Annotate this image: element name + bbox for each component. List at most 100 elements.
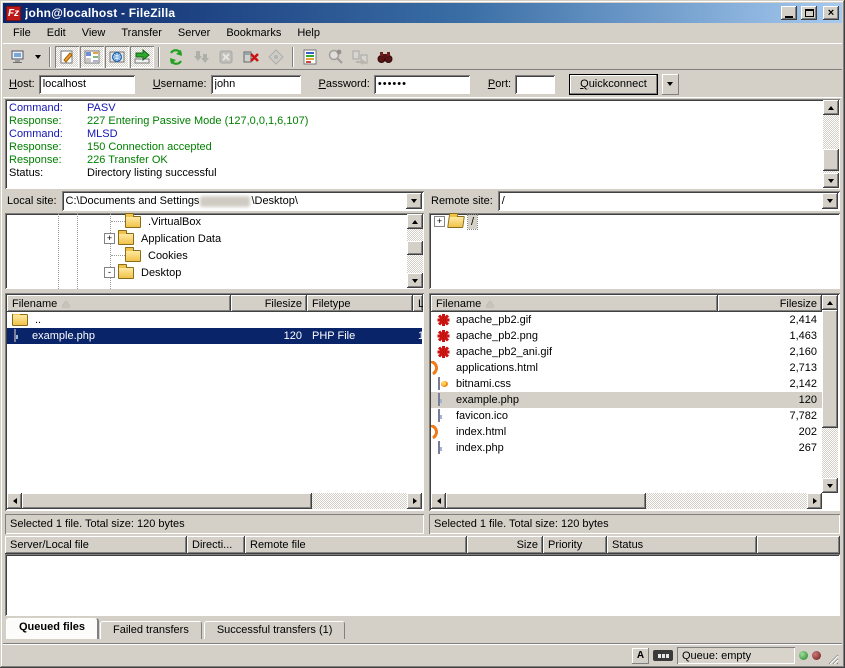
compare-directories-button[interactable] (323, 46, 347, 68)
expand-icon[interactable]: + (434, 216, 445, 227)
synchronized-browsing-button[interactable] (348, 46, 372, 68)
compare-icon (327, 49, 343, 65)
local-tree-scrollbar[interactable] (407, 214, 423, 288)
column-last-modified[interactable]: L (413, 295, 423, 312)
file-row[interactable]: apache_pb2_ani.gif 2,160 (431, 344, 822, 360)
username-input[interactable] (211, 75, 301, 94)
tree-item-cookies[interactable]: Cookies (5, 247, 424, 264)
column-direction[interactable]: Directi... (187, 536, 245, 554)
reconnect-button[interactable] (264, 46, 288, 68)
find-files-button[interactable] (373, 46, 397, 68)
remote-path-combobox[interactable]: / (498, 191, 840, 211)
scroll-thumb[interactable] (407, 241, 423, 255)
scroll-thumb[interactable] (823, 149, 839, 171)
toggle-local-tree-button[interactable] (80, 46, 104, 68)
menu-file[interactable]: File (5, 25, 39, 41)
cancel-operation-button[interactable] (214, 46, 238, 68)
scroll-right-button[interactable] (407, 493, 422, 509)
menu-server[interactable]: Server (170, 25, 218, 41)
scroll-down-button[interactable] (823, 173, 839, 188)
app-icon[interactable]: Fz (6, 6, 21, 21)
column-server-local-file[interactable]: Server/Local file (5, 536, 187, 554)
minimize-button[interactable] (781, 6, 797, 20)
column-remote-file[interactable]: Remote file (245, 536, 467, 554)
menu-transfer[interactable]: Transfer (113, 25, 170, 41)
queue-body[interactable] (5, 554, 840, 616)
arrow-down-icon (412, 279, 418, 283)
tab-successful-transfers[interactable]: Successful transfers (1) (204, 621, 346, 639)
column-filename[interactable]: Filename (431, 295, 718, 312)
column-size[interactable]: Size (467, 536, 543, 554)
scroll-right-button[interactable] (807, 493, 822, 509)
menu-bookmarks[interactable]: Bookmarks (218, 25, 289, 41)
password-input[interactable] (374, 75, 470, 94)
file-row-parent-dir[interactable]: .. (7, 312, 422, 328)
toggle-message-log-button[interactable] (55, 46, 79, 68)
disconnect-button[interactable] (239, 46, 263, 68)
remote-tree: +/ (429, 213, 840, 289)
tab-queued-files[interactable]: Queued files (6, 618, 98, 639)
local-path-dropdown[interactable] (406, 193, 422, 209)
remote-path-dropdown[interactable] (822, 193, 838, 209)
file-row[interactable]: index.php 267 (431, 440, 822, 456)
column-filename[interactable]: Filename (7, 295, 231, 312)
tree-item-desktop[interactable]: -Desktop (5, 264, 424, 281)
folder-icon (125, 216, 141, 228)
menu-edit[interactable]: Edit (39, 25, 74, 41)
remote-vscrollbar[interactable] (822, 295, 838, 493)
log-scrollbar[interactable] (823, 100, 839, 188)
scroll-up-button[interactable] (407, 214, 423, 229)
file-row[interactable]: bitnami.css 2,142 (431, 376, 822, 392)
tree-item-application-data[interactable]: +Application Data (5, 230, 424, 247)
close-button[interactable]: × (823, 6, 839, 20)
maximize-button[interactable] (801, 6, 817, 20)
file-row[interactable]: applications.html 2,713 (431, 360, 822, 376)
column-status[interactable]: Status (607, 536, 757, 554)
tab-failed-transfers[interactable]: Failed transfers (100, 621, 202, 639)
scroll-down-button[interactable] (407, 273, 423, 288)
site-manager-dropdown[interactable] (31, 46, 45, 68)
scroll-up-button[interactable] (822, 295, 838, 310)
arrow-up-icon (412, 220, 418, 224)
column-filesize[interactable]: Filesize (231, 295, 307, 312)
site-manager-button[interactable] (6, 46, 30, 68)
toggle-remote-tree-button[interactable] (105, 46, 129, 68)
file-row[interactable]: favicon.ico 7,782 (431, 408, 822, 424)
tree-item-root[interactable]: +/ (429, 213, 840, 230)
column-filetype[interactable]: Filetype (307, 295, 413, 312)
tree-item-virtualbox[interactable]: .VirtualBox (5, 213, 424, 230)
expand-icon[interactable]: + (104, 233, 115, 244)
host-input[interactable] (39, 75, 135, 94)
title-bar[interactable]: Fz john@localhost - FileZilla × (3, 3, 842, 23)
file-row-example-php[interactable]: example.php 120 PHP File 1 (7, 328, 422, 344)
menu-view[interactable]: View (74, 25, 114, 41)
collapse-icon[interactable]: - (104, 267, 115, 278)
scroll-up-button[interactable] (823, 100, 839, 115)
port-input[interactable] (515, 75, 555, 94)
scroll-thumb[interactable] (446, 493, 646, 509)
scroll-left-button[interactable] (431, 493, 446, 509)
local-path-combobox[interactable]: C:\Documents and Settings\Desktop\ (62, 191, 424, 211)
scroll-down-button[interactable] (822, 478, 838, 493)
remote-hscrollbar[interactable] (431, 493, 822, 509)
local-hscrollbar[interactable] (7, 493, 422, 509)
menu-help[interactable]: Help (289, 25, 328, 41)
scroll-left-button[interactable] (7, 493, 22, 509)
close-icon: × (828, 8, 834, 18)
refresh-button[interactable] (164, 46, 188, 68)
file-row[interactable]: index.html 202 (431, 424, 822, 440)
chevron-down-icon (827, 199, 833, 203)
file-row[interactable]: apache_pb2.png 1,463 (431, 328, 822, 344)
quickconnect-button[interactable]: Quickconnect (569, 74, 658, 95)
directory-filters-button[interactable] (298, 46, 322, 68)
file-row-selected[interactable]: example.php 120 (431, 392, 822, 408)
scroll-thumb[interactable] (822, 310, 838, 428)
scroll-thumb[interactable] (22, 493, 312, 509)
process-queue-button[interactable] (189, 46, 213, 68)
resize-grip[interactable] (825, 651, 839, 665)
file-row[interactable]: apache_pb2.gif 2,414 (431, 312, 822, 328)
column-filesize[interactable]: Filesize (718, 295, 822, 312)
quickconnect-dropdown[interactable] (662, 74, 679, 95)
column-priority[interactable]: Priority (543, 536, 607, 554)
toggle-transfer-queue-button[interactable] (130, 46, 154, 68)
